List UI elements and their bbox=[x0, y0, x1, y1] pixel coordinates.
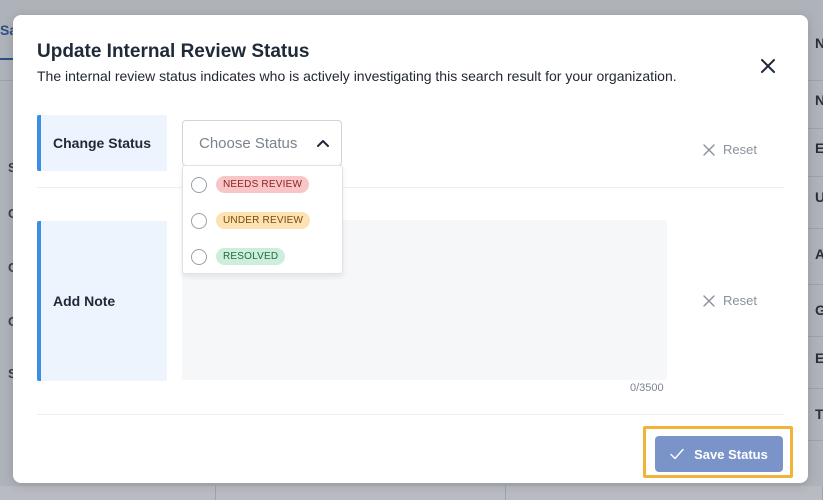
background-divider bbox=[808, 440, 823, 441]
status-select-placeholder: Choose Status bbox=[199, 134, 298, 152]
radio-button[interactable] bbox=[191, 212, 207, 229]
status-select[interactable]: Choose Status bbox=[182, 120, 342, 166]
modal-title: Update Internal Review Status bbox=[37, 41, 310, 62]
background-footer-cell bbox=[216, 486, 506, 500]
background-divider bbox=[808, 228, 823, 229]
row-divider bbox=[37, 187, 784, 188]
note-reset-label: Reset bbox=[723, 293, 757, 308]
status-reset-label: Reset bbox=[723, 142, 757, 157]
note-reset-button[interactable]: Reset bbox=[703, 293, 757, 308]
status-chip: UNDER REVIEW bbox=[216, 212, 311, 229]
chevron-up-icon bbox=[317, 140, 329, 147]
status-option-resolved[interactable]: RESOLVED bbox=[191, 248, 286, 265]
background-footer-cell bbox=[506, 486, 823, 500]
background-right-letter: N bbox=[815, 35, 823, 51]
status-chip: RESOLVED bbox=[216, 248, 286, 265]
background-divider bbox=[808, 336, 823, 337]
close-icon[interactable] bbox=[757, 55, 779, 77]
row-divider bbox=[37, 414, 784, 415]
check-icon bbox=[670, 448, 684, 460]
background-right-letter: A bbox=[815, 246, 823, 262]
background-right-letter: N bbox=[815, 92, 823, 108]
note-char-counter: 0/3500 bbox=[630, 382, 664, 394]
background-right-letter: E bbox=[815, 350, 823, 366]
background-divider bbox=[808, 388, 823, 389]
background-right-letter: U bbox=[815, 189, 823, 205]
status-option-needs-review[interactable]: NEEDS REVIEW bbox=[191, 176, 310, 193]
background-right-letter: G bbox=[815, 302, 823, 318]
status-option-under-review[interactable]: UNDER REVIEW bbox=[191, 212, 311, 229]
status-dropdown-menu: NEEDS REVIEW UNDER REVIEW RESOLVED bbox=[182, 165, 343, 274]
background-divider bbox=[808, 176, 823, 177]
close-icon bbox=[703, 143, 715, 156]
background-right-letter: E bbox=[815, 140, 823, 156]
save-highlight: Save Status bbox=[643, 426, 793, 478]
background-divider bbox=[808, 128, 823, 129]
close-icon bbox=[703, 294, 715, 307]
status-reset-button[interactable]: Reset bbox=[703, 142, 757, 157]
radio-button[interactable] bbox=[191, 248, 207, 265]
background-divider bbox=[808, 80, 823, 81]
modal-subtitle: The internal review status indicates who… bbox=[37, 68, 677, 84]
radio-button[interactable] bbox=[191, 176, 207, 193]
add-note-label: Add Note bbox=[37, 221, 167, 381]
background-divider bbox=[0, 80, 14, 81]
review-status-modal: Update Internal Review Status The intern… bbox=[13, 15, 808, 483]
save-status-label: Save Status bbox=[694, 446, 768, 462]
background-divider bbox=[808, 284, 823, 285]
change-status-label: Change Status bbox=[37, 115, 167, 171]
save-status-button[interactable]: Save Status bbox=[655, 436, 783, 472]
background-right-letter: T bbox=[815, 406, 823, 422]
background-footer-cell bbox=[0, 486, 216, 500]
background-tab-underline bbox=[0, 58, 14, 60]
status-chip: NEEDS REVIEW bbox=[216, 176, 310, 193]
